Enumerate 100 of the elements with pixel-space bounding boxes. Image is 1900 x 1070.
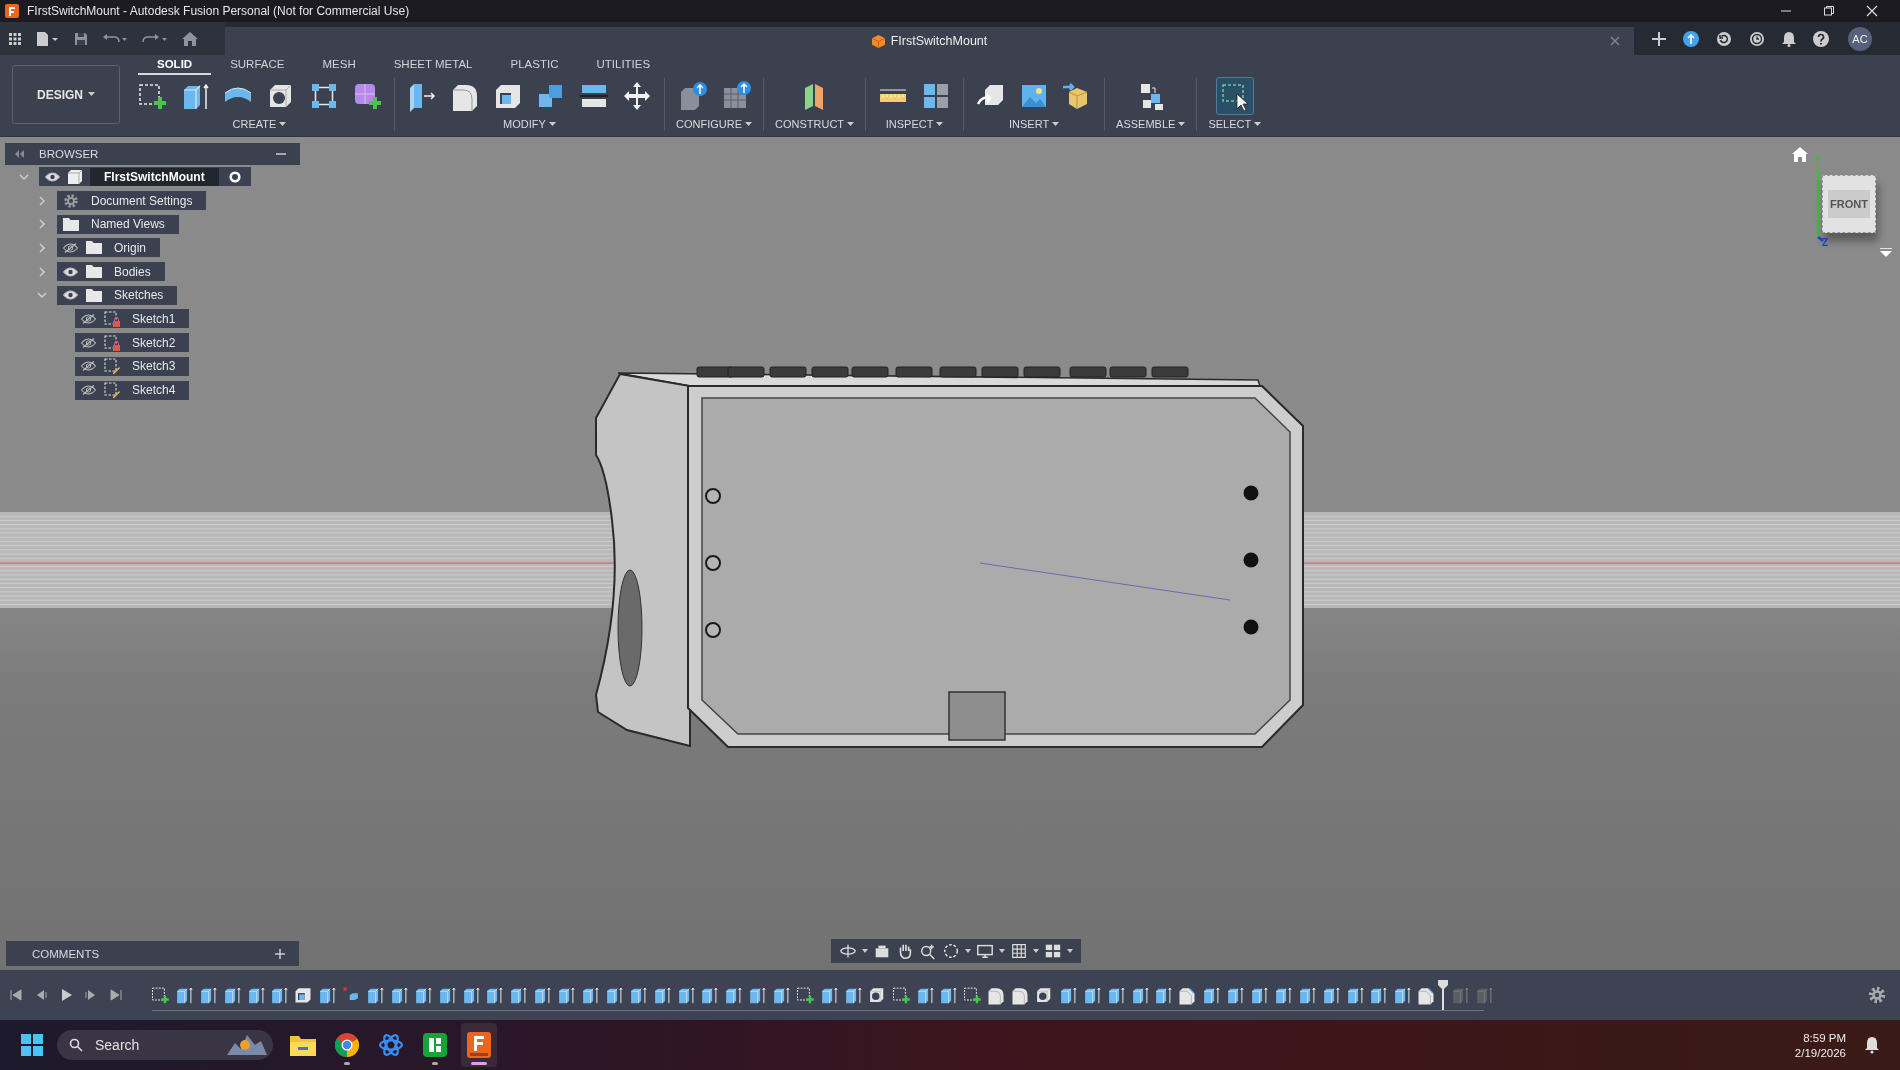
browser-item[interactable]: Document Settings <box>57 191 207 211</box>
extrude-icon[interactable] <box>1225 985 1246 1005</box>
select-icon[interactable] <box>1216 78 1253 114</box>
browser-item[interactable]: Origin <box>57 238 160 258</box>
caret-icon[interactable] <box>999 949 1005 953</box>
eye-icon[interactable] <box>45 171 60 182</box>
file-menu-icon[interactable] <box>36 31 60 46</box>
folder-icon[interactable] <box>290 1034 316 1056</box>
search-bar[interactable]: Search <box>57 1030 273 1060</box>
app-icon[interactable] <box>467 1032 491 1058</box>
maximize-icon[interactable] <box>1823 5 1835 17</box>
save-icon[interactable] <box>74 31 88 46</box>
hidden-eye-icon[interactable] <box>63 242 78 253</box>
eye-icon[interactable] <box>63 290 78 301</box>
minimize-icon[interactable] <box>276 152 286 156</box>
extrude-icon[interactable] <box>556 985 577 1005</box>
circle-app-icon[interactable] <box>335 1033 359 1057</box>
help-icon[interactable] <box>1813 30 1829 47</box>
eye-icon[interactable] <box>63 266 78 277</box>
play-icon[interactable] <box>60 989 72 1001</box>
sketch-icon[interactable] <box>150 985 170 1005</box>
extrude-icon[interactable] <box>1392 985 1413 1005</box>
chamfer-icon[interactable] <box>1177 985 1198 1005</box>
extrude-icon[interactable] <box>747 985 768 1005</box>
browser-item[interactable]: FIrstSwitchMount <box>39 167 251 187</box>
browser-item[interactable]: Sketch2 <box>75 333 190 353</box>
extrude-icon[interactable] <box>365 985 385 1005</box>
tool-group-menu[interactable]: CREATE <box>230 117 289 131</box>
active-component-icon[interactable] <box>228 170 241 183</box>
extrude-icon[interactable] <box>699 985 720 1005</box>
fit-icon[interactable] <box>942 942 960 960</box>
sketch-icon[interactable] <box>890 985 911 1005</box>
job-status-icon[interactable] <box>1683 30 1699 47</box>
apps-grid-icon[interactable] <box>8 31 22 46</box>
fillet-icon[interactable] <box>986 985 1007 1005</box>
toolbar-tab[interactable]: SOLID <box>138 55 212 75</box>
home-icon[interactable] <box>182 31 198 46</box>
browser-item[interactable]: Sketch3 <box>75 356 190 376</box>
toolbar-tab[interactable]: UTILITIES <box>577 55 670 75</box>
sketch-icon[interactable] <box>962 985 983 1005</box>
skip-start-icon[interactable] <box>10 989 22 1001</box>
skip-end-icon[interactable] <box>110 989 122 1001</box>
extrude-icon[interactable] <box>1368 985 1389 1005</box>
shell-icon[interactable] <box>293 985 314 1005</box>
view-cube[interactable]: FRONT <box>1822 175 1876 233</box>
extrude-icon[interactable] <box>1153 985 1174 1005</box>
account-avatar[interactable]: AC <box>1848 26 1872 51</box>
plus-icon[interactable] <box>1652 31 1666 46</box>
toolbar-tab[interactable]: SURFACE <box>211 55 304 75</box>
workspace-button[interactable]: DESIGN <box>12 65 120 124</box>
tool-group-menu[interactable]: SELECT <box>1206 117 1264 131</box>
extrude-icon[interactable] <box>269 985 290 1005</box>
extrude-icon[interactable] <box>532 985 553 1005</box>
toolbar-tab[interactable]: PLASTIC <box>491 55 578 75</box>
clock-icon[interactable] <box>1749 30 1765 47</box>
display-icon[interactable] <box>976 942 994 960</box>
caret-icon[interactable] <box>862 949 868 953</box>
browser-item[interactable]: Sketch4 <box>75 380 190 400</box>
zoom-icon[interactable] <box>919 942 937 960</box>
extrude-icon[interactable] <box>723 985 744 1005</box>
orbit-icon[interactable] <box>839 942 857 960</box>
viewports-icon[interactable] <box>1044 942 1062 960</box>
step-back-icon[interactable] <box>35 989 47 1001</box>
settings-icon[interactable] <box>1868 986 1886 1004</box>
extrude-icon[interactable] <box>938 985 959 1005</box>
tool-group-menu[interactable]: INSERT <box>1007 117 1062 131</box>
extrude-icon[interactable] <box>1201 985 1222 1005</box>
browser-item[interactable]: Named Views <box>57 214 179 234</box>
dropdown-icon[interactable] <box>1880 248 1892 257</box>
chamfer-icon[interactable] <box>1416 985 1437 1005</box>
extrude-icon[interactable] <box>580 985 601 1005</box>
sketch-icon[interactable] <box>795 985 816 1005</box>
caret-icon[interactable] <box>1067 949 1073 953</box>
tool-group-menu[interactable]: CONFIGURE <box>674 117 754 131</box>
taskbar-button[interactable] <box>461 1023 497 1067</box>
extrude-icon[interactable] <box>484 985 505 1005</box>
hidden-eye-icon[interactable] <box>81 313 96 324</box>
tool-group-menu[interactable]: ASSEMBLE <box>1114 117 1188 131</box>
caret-icon[interactable] <box>965 949 971 953</box>
step-forward-icon[interactable] <box>85 989 97 1001</box>
browser-item[interactable]: Bodies <box>57 262 165 282</box>
hidden-eye-icon[interactable] <box>81 361 96 372</box>
fillet-icon[interactable] <box>1010 985 1031 1005</box>
extrude-icon[interactable] <box>771 985 792 1005</box>
toolbar-tab[interactable]: SHEET METAL <box>374 55 492 75</box>
browser-item[interactable]: Sketches <box>57 285 178 305</box>
home-icon[interactable] <box>1792 147 1808 162</box>
document-tab[interactable]: FIrstSwitchMount <box>225 27 1634 55</box>
tile-app-icon[interactable] <box>423 1033 447 1057</box>
tool-group-menu[interactable]: MODIFY <box>501 117 558 131</box>
extrude-icon[interactable] <box>508 985 529 1005</box>
hidden-eye-icon[interactable] <box>81 385 96 396</box>
tool-group-menu[interactable]: INSPECT <box>883 117 946 131</box>
notification-bell-icon[interactable] <box>1864 1036 1880 1054</box>
grid-icon[interactable] <box>1010 942 1028 960</box>
toolbar-tab[interactable]: MESH <box>303 55 375 75</box>
browser-item[interactable]: Sketch1 <box>75 309 190 329</box>
collapse-icon[interactable] <box>15 150 25 158</box>
caret-icon[interactable] <box>1033 949 1039 953</box>
bell-icon[interactable] <box>1782 30 1796 47</box>
